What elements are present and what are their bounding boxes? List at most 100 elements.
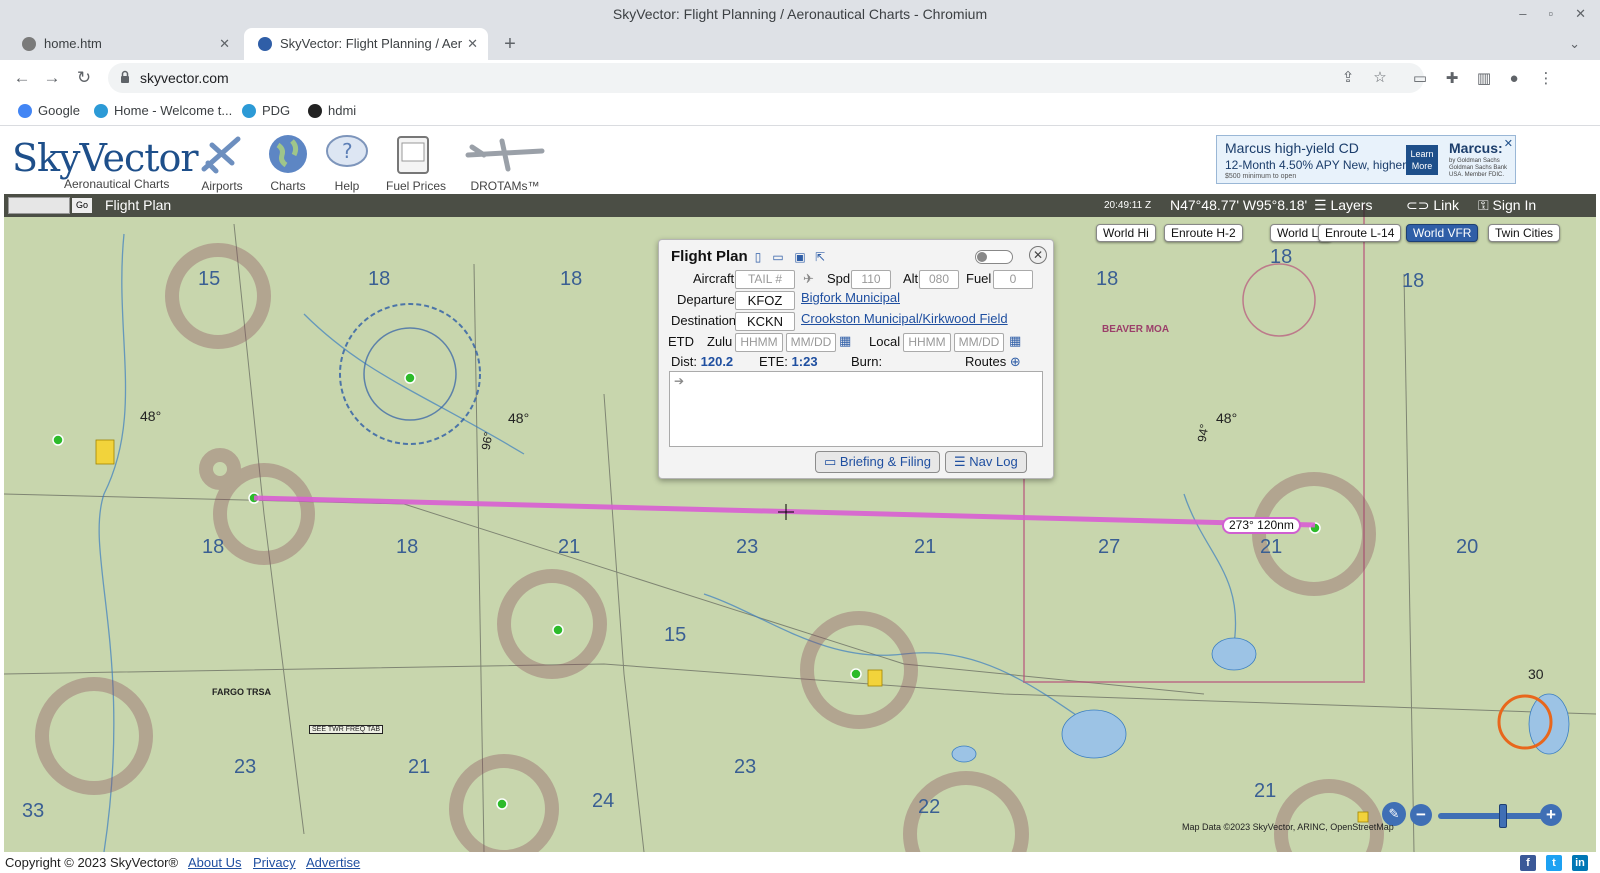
zulu-label: Zulu	[707, 334, 733, 349]
close-window-icon[interactable]: ✕	[1575, 0, 1586, 28]
tab-close-icon[interactable]: ✕	[219, 28, 230, 60]
ad-learn-more-button[interactable]: Learn More	[1406, 145, 1438, 175]
local-time-input[interactable]: HHMM	[903, 333, 951, 352]
reload-icon[interactable]: ↻	[72, 66, 96, 90]
chart-button-enroute-l14[interactable]: Enroute L-14	[1318, 224, 1402, 242]
new-tab-button[interactable]: +	[496, 28, 524, 60]
nav-airports[interactable]: Airports	[198, 133, 246, 193]
aircraft-tail-input[interactable]: TAIL #	[735, 270, 795, 289]
departure-airport-link[interactable]: Bigfork Municipal	[801, 290, 900, 305]
departure-input[interactable]: KFOZ	[735, 291, 795, 310]
routes-button[interactable]: Routes ⊕	[965, 354, 1021, 370]
nav-charts[interactable]: Charts	[264, 133, 312, 193]
twitter-icon[interactable]: t	[1546, 855, 1562, 871]
tab-home[interactable]: home.htm ✕	[8, 28, 240, 60]
zoom-control: − +	[1382, 800, 1566, 830]
privacy-link[interactable]: Privacy	[253, 855, 296, 870]
chart-button-world-hi[interactable]: World Hi	[1096, 224, 1156, 242]
chart-button-enroute-h2[interactable]: Enroute H-2	[1164, 224, 1243, 242]
grid-number: 18	[560, 268, 583, 290]
grid-number: 27	[1098, 536, 1121, 558]
grid-number: 18	[1402, 270, 1425, 292]
chart-button-world-vfr[interactable]: World VFR	[1406, 224, 1479, 242]
flight-plan-toggle[interactable]: Flight Plan	[105, 194, 171, 217]
aircraft-airplane-icon[interactable]: ✈	[803, 271, 814, 287]
help-icon: ?	[326, 135, 368, 167]
sign-in-button[interactable]: ⚿ Sign In	[1478, 194, 1536, 217]
sidepanel-icon[interactable]: ▥	[1474, 69, 1494, 89]
tab-skyvector[interactable]: SkyVector: Flight Planning / Aer ✕	[244, 28, 488, 60]
bookmark-hdmi[interactable]: hdmi	[306, 96, 356, 126]
zoom-out-button[interactable]: −	[1410, 804, 1432, 826]
advertisement-banner[interactable]: Marcus high-yield CD 12-Month 4.50% APY …	[1216, 135, 1516, 184]
zulu-time-input[interactable]: HHMM	[735, 333, 783, 352]
link-button[interactable]: ⊂⊃ Link	[1406, 194, 1459, 217]
zoom-in-button[interactable]: +	[1540, 804, 1562, 826]
menu-icon[interactable]: ⋮	[1536, 69, 1556, 89]
open-folder-icon[interactable]: ▭	[771, 250, 785, 264]
cast-icon[interactable]: ▭	[1410, 69, 1430, 89]
grid-number: 24	[592, 790, 615, 812]
chart-button-twin-cities[interactable]: Twin Cities	[1488, 224, 1561, 242]
maximize-icon[interactable]: ▫	[1548, 0, 1553, 28]
panel-close-icon[interactable]: ✕	[1029, 246, 1047, 264]
latitude-label: 48°	[1216, 410, 1238, 426]
layers-button[interactable]: ☰ Layers	[1314, 194, 1372, 217]
grid-number: 15	[198, 268, 221, 290]
bookmark-pdg[interactable]: PDG	[240, 96, 290, 126]
new-plan-icon[interactable]: ▯	[751, 250, 765, 264]
aeronautical-chart-map[interactable]: 15 18 18 18 21 23 21 27 21 20 18 18 18 2…	[4, 194, 1596, 852]
calendar-icon[interactable]: ▦	[839, 333, 851, 349]
share-plan-icon[interactable]: ⇱	[813, 250, 827, 264]
profile-icon[interactable]: ●	[1504, 69, 1524, 89]
about-us-link[interactable]: About Us	[188, 855, 241, 870]
site-header: SkyVector Aeronautical Charts Airports C…	[0, 127, 1600, 194]
local-label: Local	[869, 334, 901, 349]
calendar-icon[interactable]: ▦	[1009, 333, 1021, 349]
fuel-icon	[397, 136, 429, 174]
bookmark-star-icon[interactable]: ☆	[1370, 68, 1390, 88]
drone-icon	[465, 138, 545, 172]
nav-fuel-prices[interactable]: Fuel Prices	[386, 133, 446, 193]
altitude-input[interactable]: 080	[919, 270, 959, 289]
save-icon[interactable]: ▣	[793, 250, 807, 264]
ete-label: ETE:	[759, 354, 788, 369]
grid-number: 18	[368, 268, 391, 290]
minimize-icon[interactable]: –	[1519, 0, 1526, 28]
fuel-input[interactable]: 0	[993, 270, 1033, 289]
extensions-icon[interactable]: ✚	[1442, 69, 1462, 89]
panel-toggle-switch[interactable]	[975, 250, 1013, 264]
nav-drotams[interactable]: DROTAMs™	[462, 133, 548, 193]
speed-input[interactable]: 110	[851, 270, 891, 289]
linkedin-icon[interactable]: in	[1572, 855, 1588, 871]
forward-icon[interactable]: →	[40, 66, 64, 90]
zulu-date-input[interactable]: MM/DD	[786, 333, 836, 352]
nav-help[interactable]: ? Help	[324, 133, 370, 193]
zoom-slider-thumb[interactable]	[1499, 804, 1507, 828]
address-bar[interactable]: skyvector.com ⇪ ☆	[108, 63, 1424, 93]
destination-input[interactable]: KCKN	[735, 312, 795, 331]
link-label: Link	[1433, 197, 1460, 213]
destination-airport-link[interactable]: Crookston Municipal/Kirkwood Field	[801, 311, 1008, 326]
trsa-label: FARGO TRSA	[212, 687, 272, 697]
ad-close-icon[interactable]: ✕	[1504, 137, 1513, 150]
zoom-slider-track[interactable]	[1438, 813, 1550, 819]
go-button[interactable]: Go	[72, 198, 92, 213]
map-search-input[interactable]	[8, 197, 70, 214]
nav-log-button[interactable]: ☰ Nav Log	[945, 451, 1027, 473]
tab-search-icon[interactable]: ⌄	[1569, 28, 1580, 60]
back-icon[interactable]: ←	[10, 66, 34, 90]
facebook-icon[interactable]: f	[1520, 855, 1536, 871]
bookmark-google[interactable]: Google	[16, 96, 80, 126]
ad-logo-sub: by Goldman Sachs Goldman Sachs Bank USA.…	[1449, 158, 1508, 178]
share-icon[interactable]: ⇪	[1338, 68, 1358, 88]
flight-plan-title: Flight Plan	[671, 248, 748, 265]
advertise-link[interactable]: Advertise	[306, 855, 360, 870]
route-textarea[interactable]: ➔	[669, 371, 1043, 447]
nav-label: Airports	[201, 179, 243, 193]
skyvector-logo[interactable]: SkyVector Aeronautical Charts	[12, 139, 199, 191]
briefing-filing-button[interactable]: ▭ Briefing & Filing	[815, 451, 940, 473]
bookmark-home[interactable]: Home - Welcome t...	[92, 96, 232, 126]
tab-close-icon[interactable]: ✕	[467, 28, 478, 60]
local-date-input[interactable]: MM/DD	[954, 333, 1004, 352]
